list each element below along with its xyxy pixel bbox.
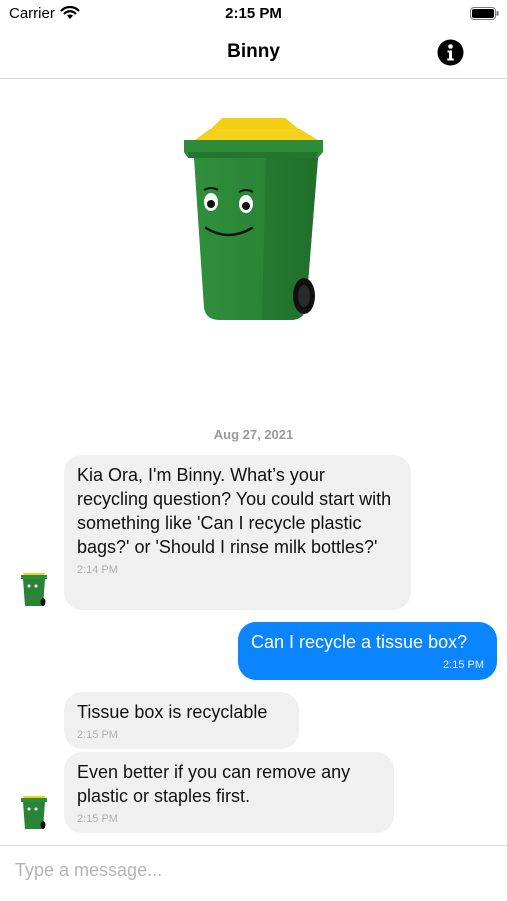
info-circle-icon <box>437 39 464 66</box>
binny-avatar-icon <box>21 573 47 606</box>
info-button[interactable] <box>437 39 464 66</box>
message-timestamp: 2:15 PM <box>77 813 118 825</box>
battery-icon <box>470 7 499 20</box>
message-text: Kia Ora, I'm Binny. What’s your recyclin… <box>77 465 392 557</box>
binny-avatar-icon <box>21 796 47 829</box>
message-input[interactable] <box>13 856 497 884</box>
page-title: Binny <box>227 41 280 62</box>
status-bar: Carrier 2:15 PM <box>0 0 507 28</box>
message-text: Tissue box is recyclable <box>77 702 268 722</box>
message-text: Can I recycle a tissue box? <box>251 632 468 652</box>
binny-mascot-image <box>184 118 323 320</box>
incoming-message-bubble[interactable]: Even better if you can remove any plasti… <box>64 752 394 833</box>
message-text: Even better if you can remove any plasti… <box>77 762 351 806</box>
date-separator: Aug 27, 2021 <box>213 427 294 442</box>
outgoing-message-bubble[interactable]: Can I recycle a tissue box? 2:15 PM <box>238 622 497 680</box>
navigation-bar: Binny <box>0 28 507 79</box>
message-timestamp: 2:14 PM <box>77 564 118 576</box>
message-timestamp: 2:15 PM <box>77 729 118 741</box>
message-composer <box>0 845 507 901</box>
incoming-message-bubble[interactable]: Kia Ora, I'm Binny. What’s your recyclin… <box>64 455 411 610</box>
message-timestamp: 2:15 PM <box>443 659 484 671</box>
incoming-message-bubble[interactable]: Tissue box is recyclable 2:15 PM <box>64 692 299 749</box>
status-time: 2:15 PM <box>225 5 282 22</box>
